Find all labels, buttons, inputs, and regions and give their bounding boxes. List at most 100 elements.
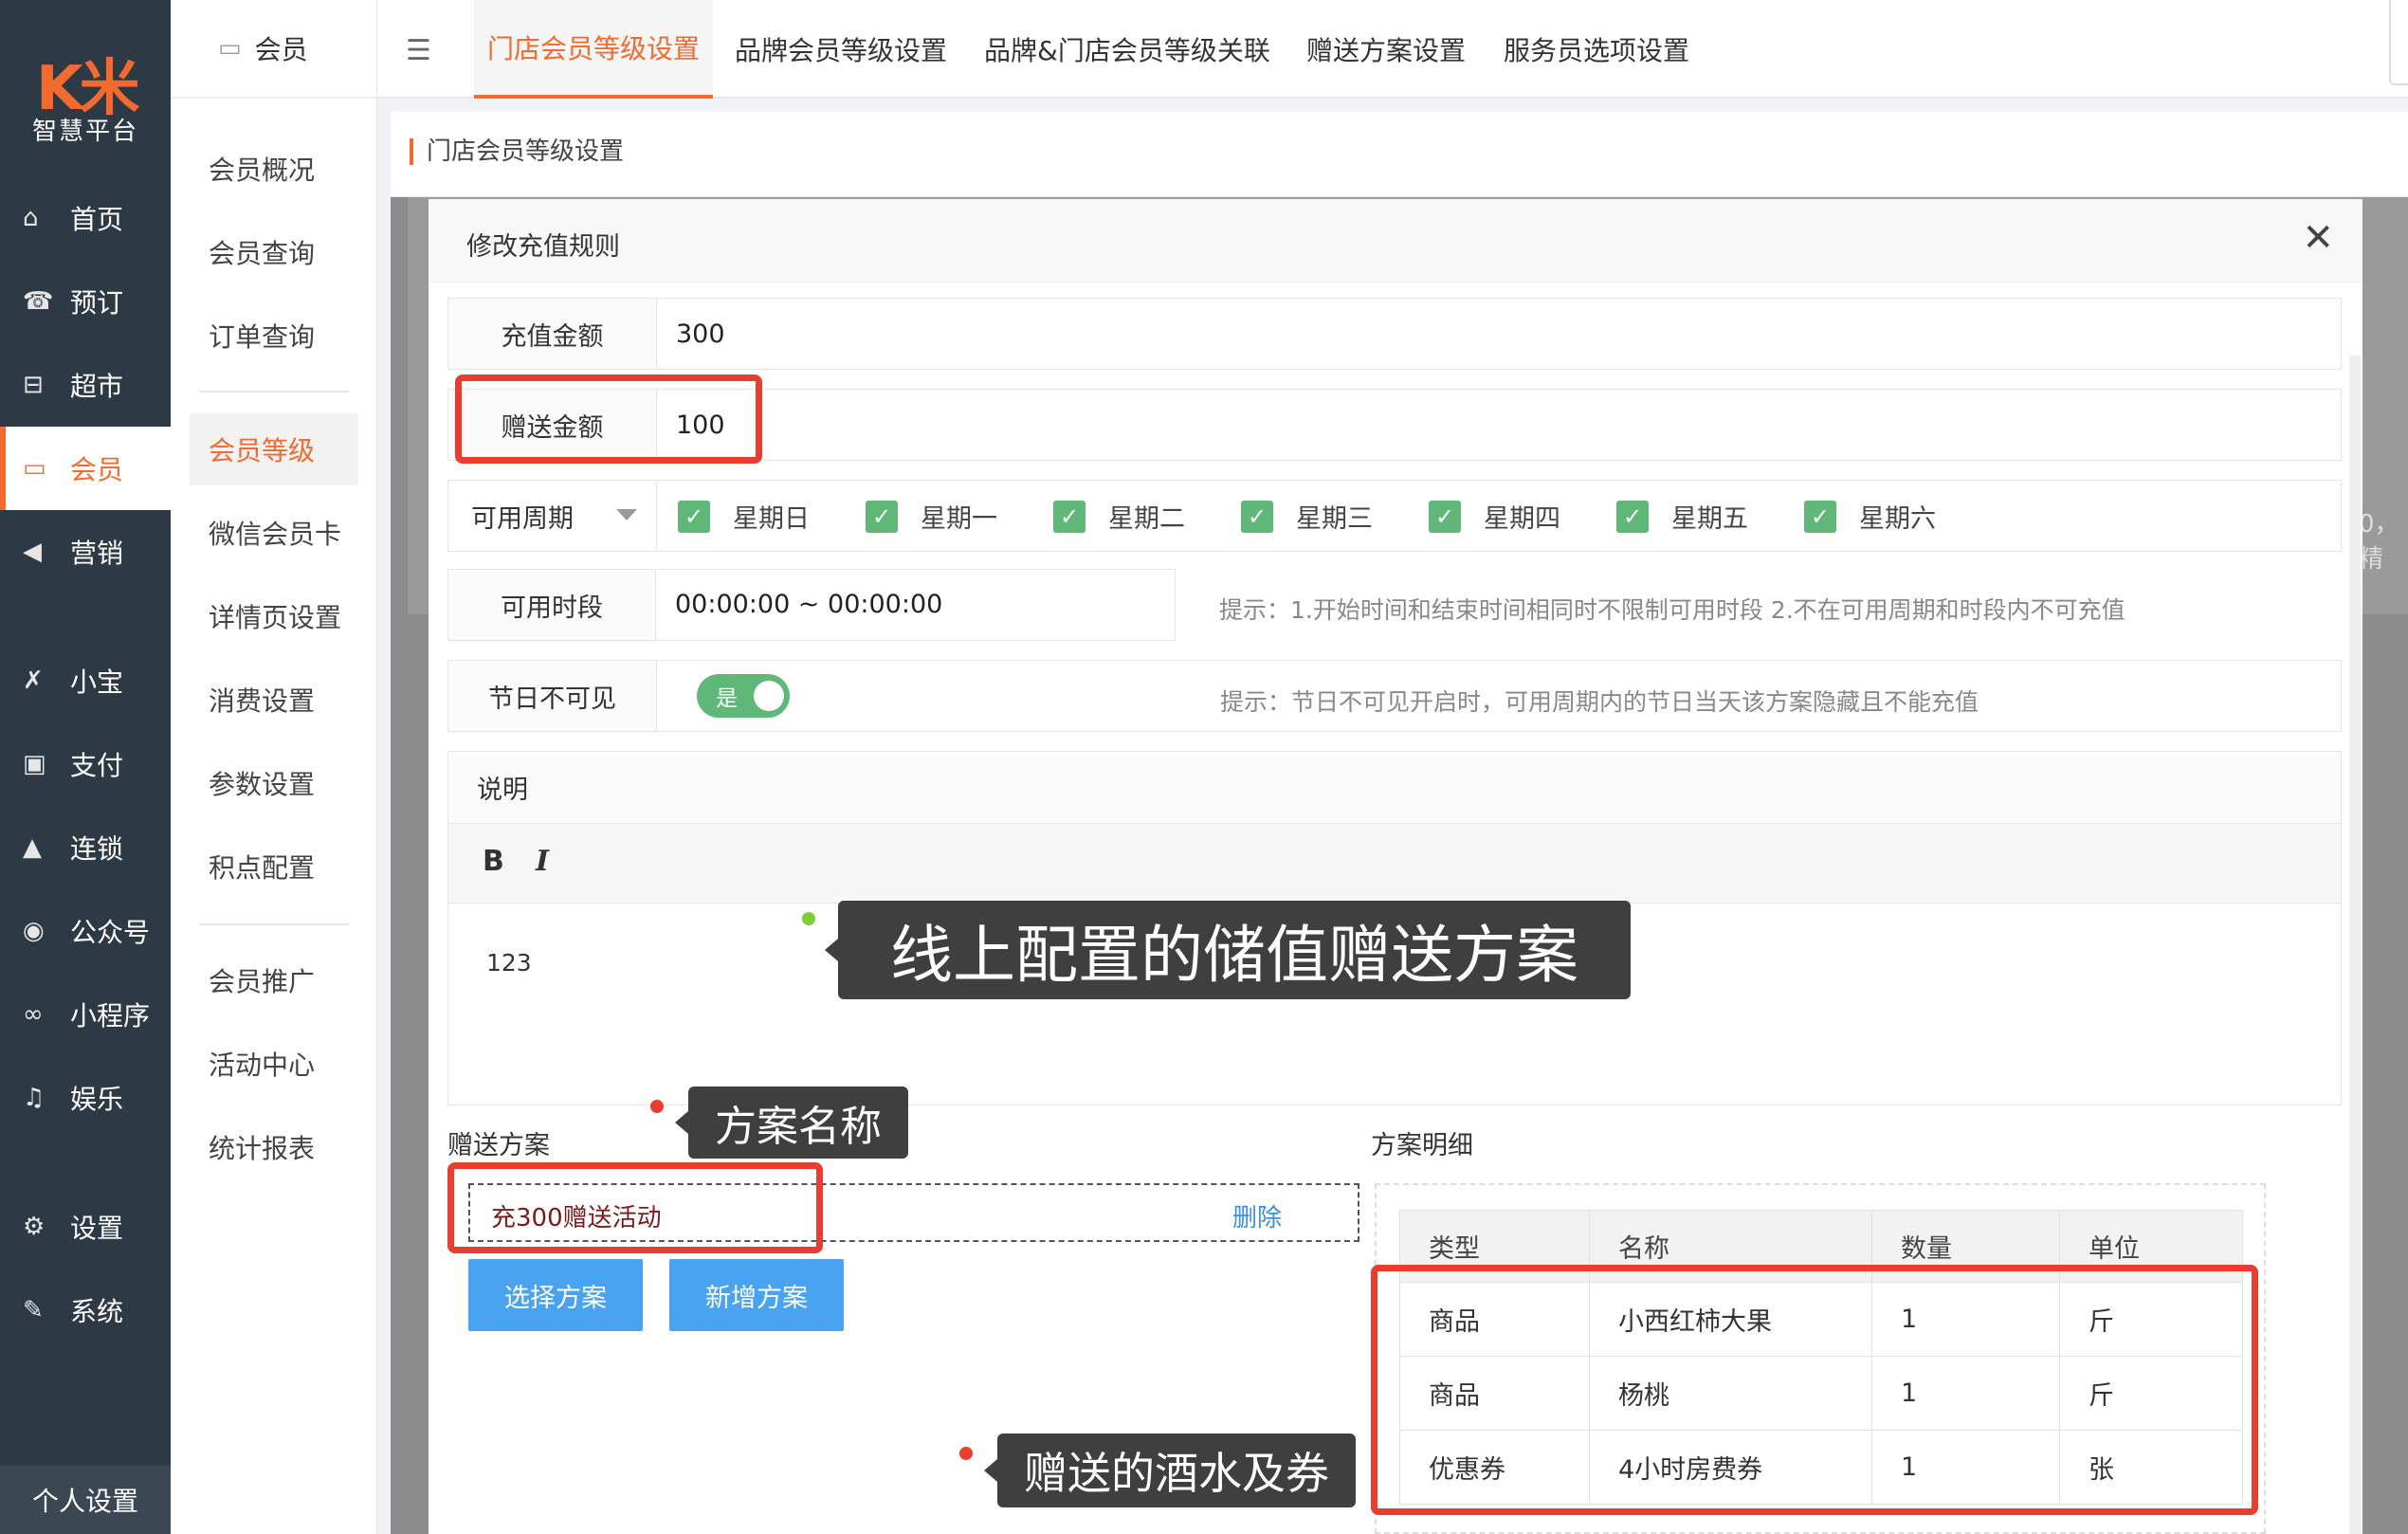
nav-label: 公众号 [70, 917, 151, 948]
annotation-gifts: 赠送的酒水及券 [984, 1434, 1356, 1507]
close-icon[interactable]: ✕ [2302, 216, 2334, 260]
day-checkbox-thu[interactable]: ✓ 星期四 [1429, 498, 1560, 535]
nav-item-payment[interactable]: ▣ 支付 [0, 722, 171, 806]
basket-icon: ⊟ [23, 371, 44, 399]
cell-name: 小西红柿大果 [1589, 1282, 1872, 1357]
delete-plan-link[interactable]: 删除 [1232, 1198, 1282, 1233]
holiday-toggle[interactable]: 是 [697, 674, 790, 718]
day-label: 星期六 [1859, 504, 1936, 534]
recharge-amount-input[interactable]: 300 [676, 320, 725, 349]
menu-toggle-icon[interactable]: ☰ [406, 34, 431, 67]
nav-item-entertainment[interactable]: ♫ 娱乐 [0, 1056, 171, 1140]
sub-item-activity-center[interactable]: 活动中心 [190, 1028, 358, 1100]
toggle-knob [754, 681, 784, 711]
tab-brand-level[interactable]: 品牌会员等级设置 [735, 0, 947, 99]
sub-item-member-level[interactable]: 会员等级 [190, 413, 358, 485]
nav-item-booking[interactable]: ☎ 预订 [0, 260, 171, 343]
cell-unit: 斤 [2059, 1282, 2243, 1357]
period-dropdown[interactable]: 可用周期 [448, 481, 657, 551]
sub-item-overview[interactable]: 会员概况 [190, 133, 358, 205]
col-unit: 单位 [2059, 1210, 2243, 1283]
period-row: 可用周期 ✓ 星期日 ✓ 星期一 ✓ 星期二 ✓ 星期三 ✓ 星期四 ✓ 星期五 ✓ 星期六 [447, 480, 2342, 552]
italic-button[interactable]: I [536, 845, 549, 878]
recharge-amount-label: 充值金额 [448, 299, 657, 369]
checkbox-checked-icon: ✓ [1241, 500, 1273, 533]
nav-label: 预订 [70, 287, 124, 319]
time-range-value: 00:00:00 ~ 00:00:00 [675, 590, 943, 619]
logo: K米 智慧平台 [0, 0, 171, 180]
sub-item-order-query[interactable]: 订单查询 [190, 300, 358, 372]
secondary-sidebar: ▭ 会员 会员概况 会员查询 订单查询 会员等级 微信会员卡 详情页设置 消费设置… [171, 0, 377, 1534]
day-checkbox-wed[interactable]: ✓ 星期三 [1241, 498, 1373, 535]
gift-plan-item[interactable]: 充300赠送活动 删除 [468, 1183, 1359, 1242]
page-header: 门店会员等级设置 [391, 112, 2408, 197]
day-label: 星期日 [733, 504, 810, 534]
day-checkbox-tue[interactable]: ✓ 星期二 [1053, 498, 1185, 535]
page-title: 门店会员等级设置 [410, 138, 624, 165]
wechat-icon: ◉ [23, 917, 45, 945]
day-label: 星期二 [1108, 504, 1185, 534]
payment-icon: ▣ [23, 750, 46, 778]
sub-item-detail-page[interactable]: 详情页设置 [190, 580, 358, 652]
nav-item-settings[interactable]: ⚙ 设置 [0, 1185, 171, 1269]
period-label: 可用周期 [471, 503, 574, 534]
personal-settings-button[interactable]: 个人设置 [0, 1466, 171, 1534]
home-icon: ⌂ [23, 204, 39, 232]
cell-name: 杨桃 [1589, 1356, 1872, 1431]
nav-item-member[interactable]: ▭ 会员 [0, 427, 171, 510]
sub-item-wechat-card[interactable]: 微信会员卡 [190, 497, 358, 569]
gear-icon: ⚙ [23, 1213, 46, 1241]
day-checkbox-sat[interactable]: ✓ 星期六 [1804, 498, 1936, 535]
modal-scrollbar[interactable] [2349, 356, 2361, 1534]
nav-item-xiaobao[interactable]: ✗ 小宝 [0, 639, 171, 722]
divider [199, 391, 349, 393]
sub-item-reports[interactable]: 统计报表 [190, 1111, 358, 1183]
nav-item-home[interactable]: ⌂ 首页 [0, 176, 171, 260]
nav-label: 连锁 [70, 833, 124, 865]
time-range-hint: 提示：1.开始时间和结束时间相同时不限制可用时段 2.不在可用周期和时段内不可充… [1219, 596, 2125, 624]
tab-gift-plan[interactable]: 赠送方案设置 [1306, 0, 1466, 99]
day-checkbox-mon[interactable]: ✓ 星期一 [866, 498, 997, 535]
editor-toolbar: B I [448, 824, 2341, 904]
tab-store-level[interactable]: 门店会员等级设置 [474, 0, 713, 99]
bonus-amount-input[interactable]: 100 [676, 411, 725, 440]
backdrop-text: 0，精 [2359, 510, 2399, 574]
cell-name: 4小时房费券 [1589, 1430, 1872, 1505]
sub-item-member-query[interactable]: 会员查询 [190, 216, 358, 288]
description-content[interactable]: 123 [486, 949, 532, 977]
bold-button[interactable]: B [483, 845, 504, 878]
subsidebar-title: 会员 [254, 34, 308, 65]
sub-item-consumption[interactable]: 消费设置 [190, 664, 358, 736]
holiday-row: 节日不可见 是 提示：节日不可见开启时，可用周期内的节日当天该方案隐藏且不能充值 [447, 660, 2342, 732]
select-plan-button[interactable]: 选择方案 [468, 1259, 643, 1331]
nav-item-marketing[interactable]: ◀ 营销 [0, 510, 171, 594]
tab-brand-store-link[interactable]: 品牌&门店会员等级关联 [984, 0, 1270, 99]
xiaobao-icon: ✗ [23, 667, 44, 695]
wrench-icon: ✎ [23, 1296, 44, 1324]
nav-item-chain[interactable]: ▲ 连锁 [0, 806, 171, 889]
holiday-hint: 提示：节日不可见开启时，可用周期内的节日当天该方案隐藏且不能充值 [1220, 688, 1979, 716]
cell-type: 商品 [1399, 1282, 1590, 1357]
sub-item-parameters[interactable]: 参数设置 [190, 747, 358, 819]
nav-item-supermarket[interactable]: ⊟ 超市 [0, 343, 171, 427]
time-range-label: 可用时段 [447, 569, 656, 641]
sub-item-promotion[interactable]: 会员推广 [190, 944, 358, 1016]
add-plan-button[interactable]: 新增方案 [669, 1259, 844, 1331]
modal-header: 修改充值规则 ✕ [429, 199, 2362, 283]
day-checkbox-sun[interactable]: ✓ 星期日 [678, 498, 810, 535]
megaphone-icon: ◀ [23, 538, 42, 566]
tab-waiter-options[interactable]: 服务员选项设置 [1504, 0, 1689, 99]
holiday-label: 节日不可见 [448, 661, 657, 731]
annotation-dot [959, 1447, 973, 1460]
nav-item-system[interactable]: ✎ 系统 [0, 1269, 171, 1352]
logo-subtitle: 智慧平台 [31, 118, 138, 146]
nav-item-mini-program[interactable]: ∞ 小程序 [0, 973, 171, 1056]
table-row: 优惠券 4小时房费券 1 张 [1399, 1430, 2243, 1505]
nav-item-official-account[interactable]: ◉ 公众号 [0, 889, 171, 973]
sub-item-points[interactable]: 积点配置 [190, 831, 358, 903]
day-label: 星期五 [1671, 504, 1748, 534]
gift-plan-label: 赠送方案 [447, 1131, 550, 1160]
col-name: 名称 [1589, 1210, 1872, 1283]
day-checkbox-fri[interactable]: ✓ 星期五 [1616, 498, 1748, 535]
nav-label: 系统 [70, 1296, 124, 1327]
